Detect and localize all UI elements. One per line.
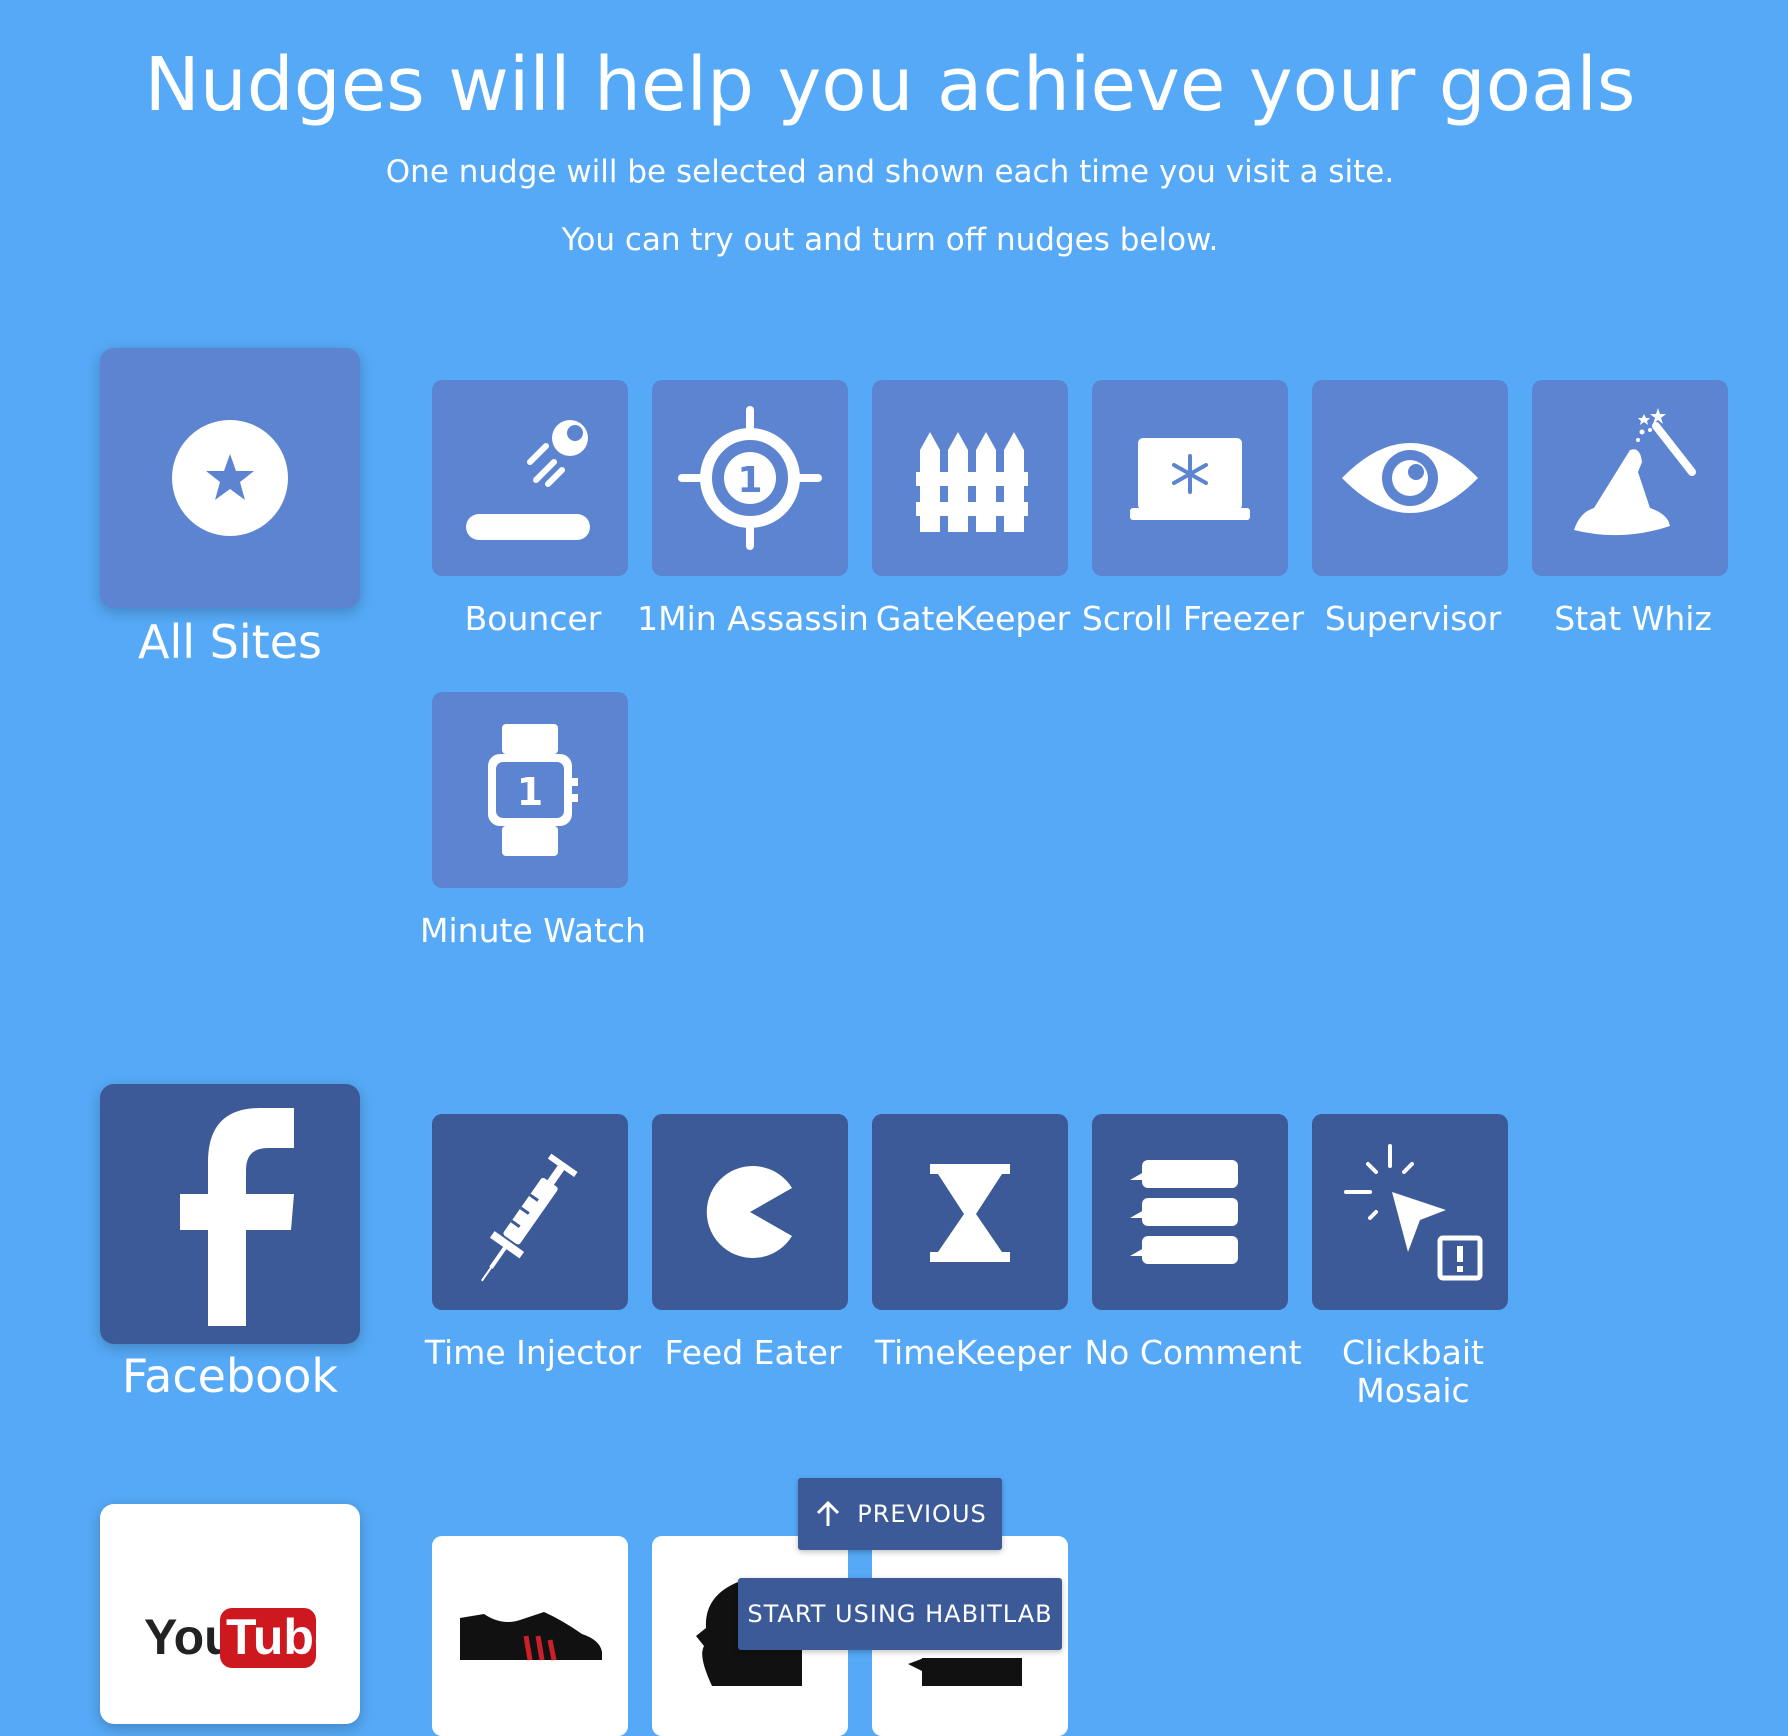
laptop-snowflake-icon [1130,438,1250,520]
nudge-tile-timekeeper[interactable] [872,1114,1068,1310]
nudge-tile-supervisor[interactable] [1312,380,1508,576]
facebook-icon [180,1108,294,1326]
arrow-up-icon [817,1500,840,1526]
nudge-tile-no-comment[interactable] [1092,1114,1288,1310]
hourglass-icon [930,1164,1010,1262]
nudge-tile-stat-whiz[interactable] [1532,380,1728,576]
nudge-label-no-comment: No Comment [1084,1333,1302,1372]
nudge-tile-1min-assassin[interactable]: 1 [652,380,848,576]
subtitle-line-2: You can try out and turn off nudges belo… [561,222,1219,258]
youtube-logo: You Tube [144,1608,342,1668]
nudge-label-feed-eater: Feed Eater [664,1333,842,1372]
nudge-label-scroll-freezer: Scroll Freezer [1081,599,1305,638]
previous-button[interactable]: PREVIOUS [798,1478,1002,1550]
bouncer-icon [466,420,590,540]
eye-icon [1342,443,1478,513]
nudge-label-gatekeeper: GateKeeper [875,599,1071,638]
nudge-label-timekeeper: TimeKeeper [874,1333,1072,1372]
comments-icon [1130,1160,1238,1264]
youtube-logo-tube: Tube [226,1609,342,1665]
start-button-label: START USING HABITLAB [747,1600,1053,1628]
wizard-hat-icon [1574,408,1696,536]
nudge-tile-gatekeeper[interactable] [872,380,1068,576]
nudge-label-time-injector: Time Injector [424,1333,642,1372]
nudge-tile-scroll-freezer[interactable] [1092,380,1288,576]
site-tile-all-sites[interactable] [100,348,360,608]
site-label-facebook: Facebook [121,1349,339,1403]
subtitle-line-1: One nudge will be selected and shown eac… [385,154,1395,190]
nudge-label-minute-watch: Minute Watch [420,911,646,950]
pacman-icon [706,1166,792,1258]
nudge-label-stat-whiz: Stat Whiz [1554,599,1712,638]
site-label-all-sites: All Sites [138,615,322,669]
nudge-label-bouncer: Bouncer [464,599,602,638]
syringe-icon [481,1153,578,1282]
nudge-tile-time-injector[interactable] [432,1114,628,1310]
nudge-tile-clickbait-mosaic[interactable] [1312,1114,1508,1310]
crosshair-icon: 1 [678,406,822,550]
site-tile-facebook[interactable] [100,1084,360,1344]
cursor-alert-icon [1344,1144,1483,1281]
nudge-label-clickbait-mosaic: Clickbait Mosaic [1342,1333,1484,1410]
nudge-tile-bouncer[interactable] [432,380,628,576]
start-using-habitlab-button[interactable]: START USING HABITLAB [738,1578,1062,1650]
fence-icon [916,432,1028,532]
svg-text:1: 1 [517,770,543,814]
nudge-tile-minute-watch[interactable]: 1 [432,692,628,888]
nudge-tile-sneaker[interactable] [432,1536,628,1736]
nudge-tile-feed-eater[interactable] [652,1114,848,1310]
nudge-label-supervisor: Supervisor [1324,599,1502,638]
star-circle-icon [172,420,288,536]
site-tile-youtube[interactable]: You Tube [100,1504,360,1724]
page-title: Nudges will help you achieve your goals [144,42,1636,128]
previous-button-label: PREVIOUS [857,1500,987,1528]
nudge-label-1min-assassin: 1Min Assassin [637,599,869,638]
sneaker-icon [460,1612,602,1661]
smartwatch-icon: 1 [488,724,578,856]
svg-text:1: 1 [737,460,762,501]
